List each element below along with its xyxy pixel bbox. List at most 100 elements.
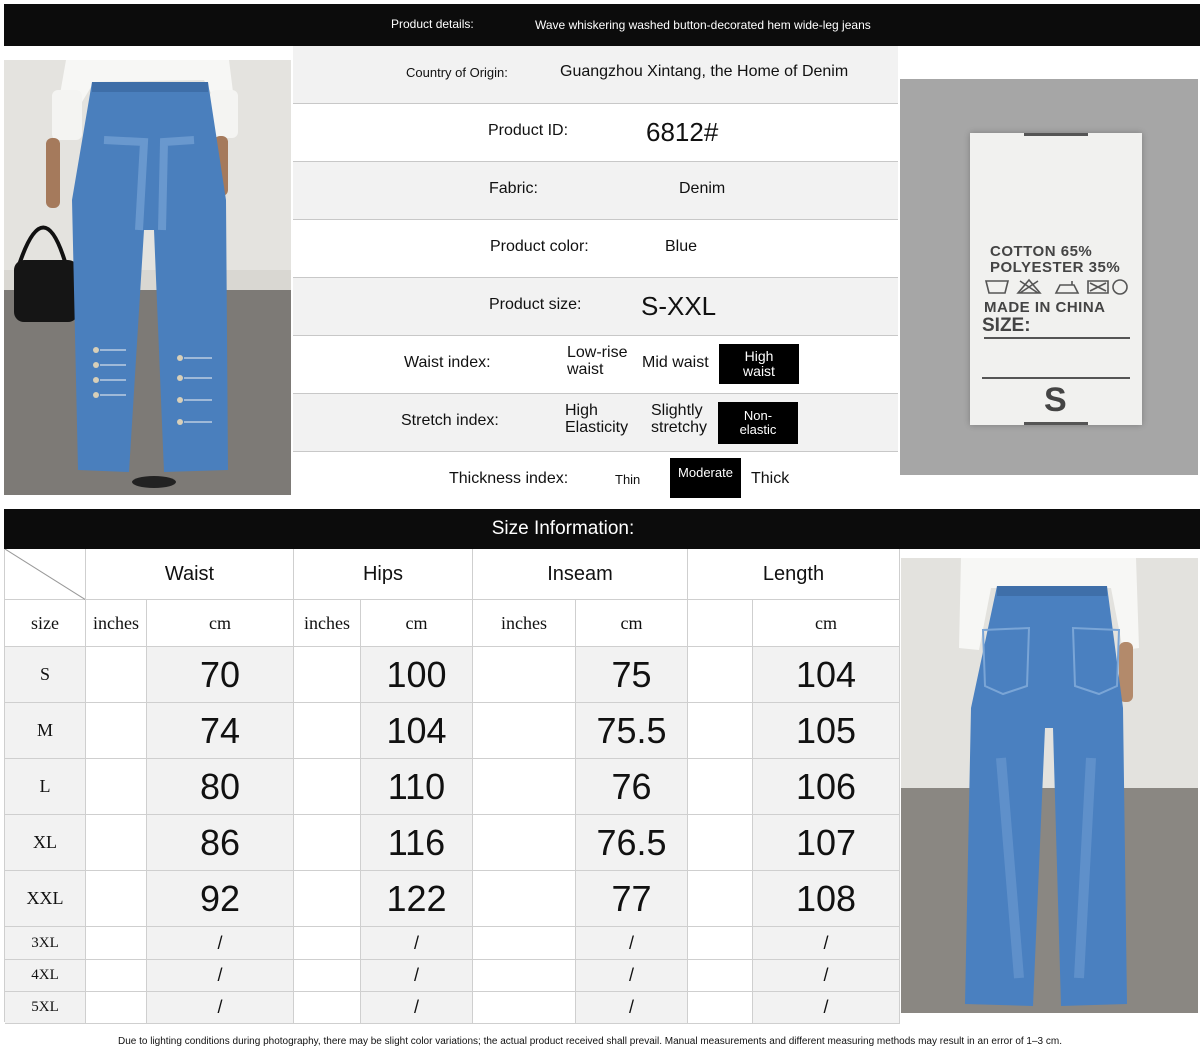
hips-cm-cell: 100 bbox=[361, 647, 473, 703]
inseam-cm-cell: 75 bbox=[576, 647, 688, 703]
length-cm-cell: 107 bbox=[753, 815, 900, 871]
inches-value-cell bbox=[688, 815, 753, 871]
detail-row-waist-index: Waist index: Low-rise waist Mid waist Hi… bbox=[293, 336, 898, 394]
inches-value-cell bbox=[473, 927, 576, 960]
front-model-photo bbox=[4, 60, 291, 495]
inches-value-cell bbox=[473, 647, 576, 703]
care-label-composition-1: COTTON 65% bbox=[990, 243, 1093, 260]
table-corner-cell bbox=[5, 548, 86, 600]
waist-cm-cell: 92 bbox=[147, 871, 294, 927]
inches-value-cell bbox=[294, 815, 361, 871]
origin-label: Country of Origin: bbox=[406, 65, 508, 80]
color-value: Blue bbox=[665, 238, 698, 255]
size-value: S-XXL bbox=[641, 291, 717, 321]
length-cm-cell: / bbox=[753, 927, 900, 960]
waist-cm-cell: / bbox=[147, 992, 294, 1024]
inches-value-cell bbox=[294, 960, 361, 992]
waist-cm-cell: 74 bbox=[147, 703, 294, 759]
detail-row-stretch-index: Stretch index: High Elasticity Slightly … bbox=[293, 394, 898, 452]
inches-value-cell bbox=[688, 759, 753, 815]
inseam-cm-cell: / bbox=[576, 927, 688, 960]
waist-cm-cell: 80 bbox=[147, 759, 294, 815]
care-label-stitch-top bbox=[1024, 133, 1088, 136]
size-info-title: Size Information: bbox=[491, 518, 635, 539]
inches-value-cell bbox=[473, 871, 576, 927]
detail-row-product-id: Product ID: 6812# bbox=[293, 104, 898, 162]
waist-option-high-selected: High waist bbox=[719, 344, 799, 384]
inches-value-cell bbox=[688, 871, 753, 927]
detail-row-thickness-index: Thickness index: Thin Moderate Thick bbox=[293, 452, 898, 510]
care-label-size-value: S bbox=[1044, 381, 1067, 419]
inches-value-cell bbox=[688, 992, 753, 1024]
hips-cm-cell: / bbox=[361, 927, 473, 960]
thickness-index-label: Thickness index: bbox=[449, 470, 569, 487]
header-bar: Product details: Wave whiskering washed … bbox=[4, 4, 1200, 46]
care-label-tag: COTTON 65% POLYESTER 35% MADE IN CHINA S… bbox=[970, 133, 1142, 425]
waist-cm-cell: / bbox=[147, 927, 294, 960]
detail-row-color: Product color: Blue bbox=[293, 220, 898, 278]
waist-cm-cell: 86 bbox=[147, 815, 294, 871]
inches-value-cell bbox=[86, 647, 147, 703]
column-group-hips: Hips bbox=[294, 549, 473, 600]
detail-row-origin: Country of Origin: Guangzhou Xintang, th… bbox=[293, 46, 898, 104]
inches-value-cell bbox=[294, 759, 361, 815]
length-cm-cell: / bbox=[753, 992, 900, 1024]
waist-cm-cell: / bbox=[147, 960, 294, 992]
inches-header bbox=[688, 600, 753, 647]
column-group-waist: Waist bbox=[86, 549, 294, 600]
inseam-cm-cell: 76 bbox=[576, 759, 688, 815]
detail-row-size: Product size: S-XXL bbox=[293, 278, 898, 336]
size-label-cell: M bbox=[5, 703, 86, 759]
care-label-size-label: SIZE: bbox=[982, 315, 1031, 336]
inches-value-cell bbox=[294, 927, 361, 960]
inches-value-cell bbox=[294, 647, 361, 703]
care-label-made-in: MADE IN CHINA bbox=[984, 299, 1106, 316]
stretch-option-high: High Elasticity bbox=[565, 402, 629, 436]
waist-cm-cell: 70 bbox=[147, 647, 294, 703]
inseam-cm-cell: 75.5 bbox=[576, 703, 688, 759]
inches-value-cell bbox=[688, 927, 753, 960]
care-label-line-1 bbox=[984, 337, 1130, 339]
thickness-option-thick: Thick bbox=[751, 470, 790, 487]
care-label-stitch-bottom bbox=[1024, 422, 1088, 425]
hips-cm-cell: 104 bbox=[361, 703, 473, 759]
hips-cm-cell: 122 bbox=[361, 871, 473, 927]
diagonal-line bbox=[5, 548, 85, 600]
hips-cm-cell: / bbox=[361, 960, 473, 992]
inseam-cm-cell: / bbox=[576, 960, 688, 992]
back-model-photo bbox=[901, 558, 1198, 1013]
color-label: Product color: bbox=[490, 238, 589, 255]
size-label-cell: S bbox=[5, 647, 86, 703]
inches-value-cell bbox=[294, 992, 361, 1024]
inches-value-cell bbox=[86, 871, 147, 927]
inches-value-cell bbox=[473, 815, 576, 871]
inches-value-cell bbox=[86, 960, 147, 992]
product-title: Wave whiskering washed button-decorated … bbox=[535, 18, 871, 32]
hips-cm-cell: / bbox=[361, 992, 473, 1024]
detail-row-fabric: Fabric: Denim bbox=[293, 162, 898, 220]
inches-value-cell bbox=[86, 815, 147, 871]
cm-header: cm bbox=[361, 600, 473, 647]
length-cm-cell: 104 bbox=[753, 647, 900, 703]
size-label-cell: L bbox=[5, 759, 86, 815]
inches-value-cell bbox=[688, 960, 753, 992]
size-label: Product size: bbox=[489, 296, 582, 313]
size-label-cell: 5XL bbox=[5, 992, 86, 1024]
care-label-composition-2: POLYESTER 35% bbox=[990, 259, 1121, 276]
product-id-value: 6812# bbox=[646, 117, 719, 147]
size-label-cell: XXL bbox=[5, 871, 86, 927]
column-group-inseam: Inseam bbox=[473, 549, 688, 600]
inches-value-cell bbox=[86, 703, 147, 759]
length-cm-cell: 105 bbox=[753, 703, 900, 759]
hips-cm-cell: 110 bbox=[361, 759, 473, 815]
length-cm-cell: 106 bbox=[753, 759, 900, 815]
thickness-option-thin: Thin bbox=[615, 472, 641, 487]
inches-value-cell bbox=[294, 703, 361, 759]
inches-value-cell bbox=[688, 703, 753, 759]
waist-option-low: Low-rise waist bbox=[567, 344, 628, 378]
cm-header: cm bbox=[576, 600, 688, 647]
inches-value-cell bbox=[688, 647, 753, 703]
inseam-cm-cell: / bbox=[576, 992, 688, 1024]
size-column-header: size bbox=[5, 600, 86, 647]
inches-value-cell bbox=[86, 927, 147, 960]
